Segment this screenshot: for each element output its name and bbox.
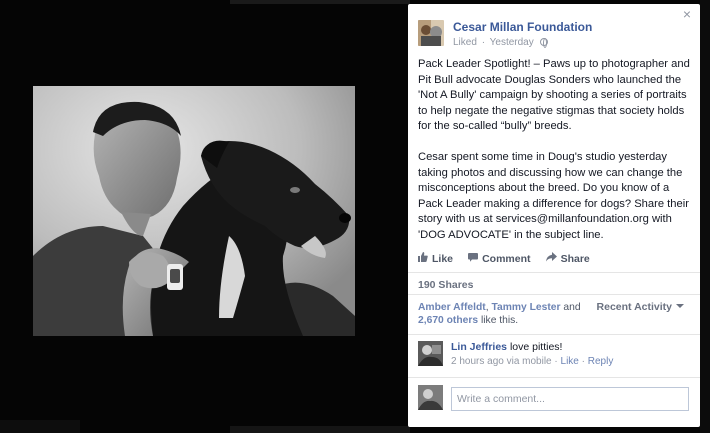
recent-activity-dropdown[interactable]: Recent Activity (597, 301, 684, 313)
likes-suffix: like this. (478, 315, 519, 326)
liker-joiner: and (560, 302, 581, 313)
page-name-link[interactable]: Cesar Millan Foundation (453, 20, 592, 34)
comment-timestamp[interactable]: 2 hours ago via mobile (451, 356, 552, 367)
globe-icon (539, 38, 548, 48)
meta-separator: · (481, 37, 486, 48)
post-actions: Like Comment Share (408, 252, 700, 270)
meta-separator: · (551, 356, 561, 367)
post-details-panel: × Cesar Millan Foundation Liked · Yester… (408, 4, 700, 427)
post-header: Cesar Millan Foundation Liked · Yesterda… (418, 20, 690, 52)
post-paragraph: Pack Leader Spotlight! – Paws up to phot… (418, 58, 690, 132)
speech-bubble-icon (468, 252, 479, 265)
comment-label: Comment (482, 253, 531, 265)
share-button[interactable]: Share (545, 252, 590, 265)
comment-item: Lin Jeffries love pitties! 2 hours ago v… (418, 341, 694, 371)
comment-meta: 2 hours ago via mobile · Like · Reply (451, 356, 613, 367)
commenter-avatar[interactable] (418, 341, 443, 366)
liker-name[interactable]: Amber Affeldt (418, 302, 486, 313)
comment-text: love pitties! (509, 341, 563, 353)
commenter-name[interactable]: Lin Jeffries (451, 341, 507, 353)
like-button[interactable]: Like (418, 252, 453, 265)
likes-summary: Amber Affeldt, Tammy Lester and 2,670 ot… (418, 301, 588, 327)
thumbs-up-icon (418, 252, 428, 265)
close-icon[interactable]: × (680, 7, 694, 21)
like-label: Like (432, 253, 454, 265)
divider (408, 377, 700, 378)
backdrop-fragment (700, 0, 710, 433)
liked-status[interactable]: Liked (453, 37, 477, 48)
post-meta: Liked · Yesterday (453, 37, 548, 48)
post-photo[interactable] (33, 86, 355, 336)
divider (408, 294, 700, 295)
recent-activity-label: Recent Activity (596, 301, 672, 313)
photo-stage[interactable] (0, 0, 408, 433)
post-paragraph: Cesar spent some time in Doug's studio y… (418, 151, 689, 241)
post-timestamp[interactable]: Yesterday (490, 37, 534, 48)
current-user-avatar (418, 385, 443, 410)
comment-reply-link[interactable]: Reply (588, 356, 614, 367)
share-arrow-icon (545, 252, 557, 265)
share-label: Share (560, 253, 590, 265)
divider (408, 334, 700, 335)
comment-button[interactable]: Comment (468, 252, 531, 265)
comment-like-link[interactable]: Like (561, 356, 579, 367)
meta-separator: · (578, 356, 588, 367)
shares-count-link[interactable]: 190 Shares (418, 279, 473, 291)
divider (408, 272, 700, 273)
post-body: Pack Leader Spotlight! – Paws up to phot… (418, 57, 694, 259)
other-likers-link[interactable]: 2,670 others (418, 315, 478, 326)
comment-input[interactable] (451, 387, 689, 411)
comment-content: Lin Jeffries love pitties! (451, 341, 562, 353)
page-avatar[interactable] (418, 20, 444, 46)
liker-name[interactable]: Tammy Lester (491, 302, 560, 313)
comment-composer (418, 385, 694, 413)
chevron-down-icon (676, 304, 684, 308)
